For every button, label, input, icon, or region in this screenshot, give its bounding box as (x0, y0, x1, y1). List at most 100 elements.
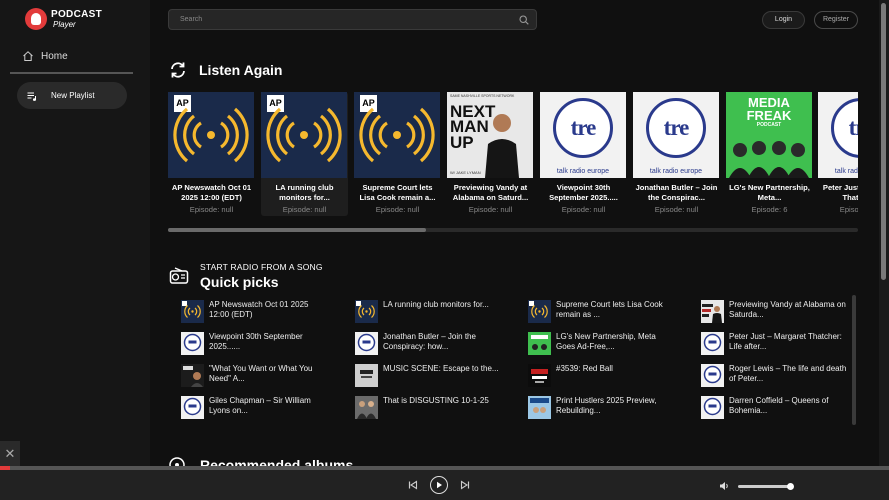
podcast-card[interactable]: AP Supreme Court lets Lisa Cook remain a.… (354, 92, 441, 216)
quick-pick-title[interactable]: Print Hustlers 2025 Preview, Rebuilding.… (556, 396, 675, 422)
quick-picks-grid: AP Newswatch Oct 01 2025 12:00 (EDT) LA r… (168, 298, 850, 426)
volume-icon[interactable] (719, 481, 730, 491)
new-playlist-button[interactable]: New Playlist (17, 82, 127, 109)
quick-pick-title[interactable]: MUSIC SCENE: Escape to the... (383, 364, 499, 390)
quick-pick-item[interactable]: Giles Chapman – Sir William Lyons on... (168, 396, 328, 422)
quick-pick-item[interactable]: Supreme Court lets Lisa Cook remain as .… (515, 300, 675, 326)
quick-pick-item[interactable]: Previewing Vandy at Alabama on Saturda..… (688, 300, 848, 326)
page-scrollbar[interactable] (879, 0, 889, 466)
quick-pick-title[interactable]: Darren Coffield – Queens of Bohemia... (729, 396, 848, 422)
quick-pick-item[interactable]: That is DISGUSTING 10-1-25 (342, 396, 502, 422)
volume-handle[interactable] (787, 482, 794, 490)
quick-pick-title[interactable]: Supreme Court lets Lisa Cook remain as .… (556, 300, 675, 326)
quick-pick-item[interactable]: "What You Want or What You Need" A... (168, 364, 328, 390)
podcast-artwork[interactable]: AP (261, 92, 347, 178)
podcast-artwork[interactable]: SAME NASHVILLE SPORTS NETWORK NEXT MAN UP W/… (447, 92, 533, 178)
quick-pick-title[interactable]: Peter Just – Margaret Thatcher: Life aft… (729, 332, 848, 358)
quick-pick-artwork[interactable] (701, 300, 724, 323)
quick-pick-item[interactable]: Viewpoint 30th September 2025...... (168, 332, 328, 358)
previous-icon[interactable] (408, 480, 418, 490)
quick-pick-item[interactable]: Roger Lewis – The life and death of Pete… (688, 364, 848, 390)
quick-pick-artwork[interactable] (355, 396, 378, 419)
podcast-card[interactable]: tre talk radio europe Peter Just – Margare… (818, 92, 858, 216)
microphone-icon (25, 8, 47, 30)
podcast-title[interactable]: LA running club monitors for... (261, 183, 348, 203)
quick-pick-title[interactable]: AP Newswatch Oct 01 2025 12:00 (EDT) (209, 300, 328, 326)
podcast-card[interactable]: AP LA running club monitors for... Episode… (261, 92, 348, 216)
podcast-artwork[interactable]: AP (168, 92, 254, 178)
quick-pick-item[interactable]: LG's New Partnership, Meta Goes Ad-Free,… (515, 332, 675, 358)
podcast-card[interactable]: tre talk radio europe Viewpoint 30th Septe… (540, 92, 627, 216)
quick-pick-item[interactable]: LA running club monitors for... (342, 300, 502, 326)
quick-pick-title[interactable]: That is DISGUSTING 10-1-25 (383, 396, 489, 422)
volume-slider[interactable] (738, 482, 794, 490)
episode-label: Episode: null (375, 205, 420, 214)
page-scrollbar-thumb[interactable] (881, 3, 886, 280)
podcast-card[interactable]: tre talk radio europe Jonathan Butler – Jo… (633, 92, 720, 216)
quick-picks-scrollbar[interactable] (852, 295, 856, 425)
tre-logo: tre (570, 115, 597, 140)
podcast-card[interactable]: AP AP Newswatch Oct 01 2025 12:00 (EDT) Ep… (168, 92, 255, 216)
app-logo[interactable]: PODCAST Player (25, 8, 102, 30)
quick-pick-item[interactable]: Peter Just – Margaret Thatcher: Life aft… (688, 332, 848, 358)
playback-progress[interactable] (0, 466, 889, 470)
podcast-artwork[interactable]: tre talk radio europe (540, 92, 626, 178)
quick-pick-artwork[interactable] (528, 300, 551, 323)
quick-pick-artwork[interactable] (355, 300, 378, 323)
quick-pick-title[interactable]: Previewing Vandy at Alabama on Saturda..… (729, 300, 848, 326)
podcast-artwork[interactable]: MEDIA FREAK PODCAST (726, 92, 812, 178)
quick-pick-artwork[interactable] (701, 332, 724, 355)
quick-pick-item[interactable]: #3539: Red Ball (515, 364, 675, 390)
replay-icon (171, 62, 185, 78)
quick-pick-item[interactable]: AP Newswatch Oct 01 2025 12:00 (EDT) (168, 300, 328, 326)
quick-pick-title[interactable]: #3539: Red Ball (556, 364, 613, 390)
podcast-artwork[interactable]: tre talk radio europe (633, 92, 719, 178)
quick-pick-title[interactable]: "What You Want or What You Need" A... (209, 364, 328, 390)
podcast-title[interactable]: Supreme Court lets Lisa Cook remain a... (354, 183, 441, 203)
podcast-card[interactable]: SAME NASHVILLE SPORTS NETWORK NEXT MAN UP W/… (447, 92, 534, 216)
close-icon[interactable]: ✕ (0, 441, 20, 466)
episode-label: Episode: null (189, 205, 234, 214)
quick-pick-title[interactable]: Jonathan Butler – Join the Conspiracy: h… (383, 332, 502, 358)
search-icon[interactable] (519, 15, 529, 25)
quick-pick-artwork[interactable] (528, 332, 551, 355)
scrollbar-thumb[interactable] (168, 228, 426, 232)
quick-pick-title[interactable]: Viewpoint 30th September 2025...... (209, 332, 328, 358)
podcast-title[interactable]: AP Newswatch Oct 01 2025 12:00 (EDT) (168, 183, 255, 203)
quick-pick-item[interactable]: Darren Coffield – Queens of Bohemia... (688, 396, 848, 422)
quick-pick-title[interactable]: Giles Chapman – Sir William Lyons on... (209, 396, 328, 422)
podcast-title[interactable]: LG's New Partnership, Meta... (726, 183, 813, 203)
podcast-title[interactable]: Peter Just – Margaret Thatcher... (818, 183, 858, 203)
next-icon[interactable] (460, 480, 470, 490)
quick-pick-artwork[interactable] (701, 396, 724, 419)
sidebar-divider (10, 72, 133, 74)
quick-pick-title[interactable]: LA running club monitors for... (383, 300, 489, 326)
podcast-card[interactable]: MEDIA FREAK PODCAST LG's New Partnership, M… (726, 92, 813, 216)
quick-pick-item[interactable]: Print Hustlers 2025 Preview, Rebuilding.… (515, 396, 675, 422)
sidebar-item-home[interactable]: Home (22, 50, 68, 62)
podcast-title[interactable]: Viewpoint 30th September 2025..... (540, 183, 627, 203)
quick-pick-artwork[interactable] (528, 396, 551, 419)
quick-pick-item[interactable]: MUSIC SCENE: Escape to the... (342, 364, 502, 390)
quick-pick-artwork[interactable] (355, 364, 378, 387)
podcast-title[interactable]: Jonathan Butler – Join the Conspirac... (633, 183, 720, 203)
quick-pick-title[interactable]: LG's New Partnership, Meta Goes Ad-Free,… (556, 332, 675, 358)
listen-again-carousel: AP AP Newswatch Oct 01 2025 12:00 (EDT) Ep… (168, 92, 858, 217)
podcast-artwork[interactable]: AP (354, 92, 440, 178)
search-input[interactable]: Search (168, 9, 537, 30)
quick-pick-artwork[interactable] (528, 364, 551, 387)
quick-pick-title[interactable]: Roger Lewis – The life and death of Pete… (729, 364, 848, 390)
quick-pick-artwork[interactable] (355, 332, 378, 355)
podcast-artwork[interactable]: tre talk radio europe (818, 92, 858, 178)
quick-pick-artwork[interactable] (181, 300, 204, 323)
quick-pick-artwork[interactable] (181, 332, 204, 355)
quick-pick-artwork[interactable] (181, 396, 204, 419)
quick-pick-artwork[interactable] (701, 364, 724, 387)
play-button[interactable] (430, 476, 448, 494)
quick-pick-artwork[interactable] (181, 364, 204, 387)
podcast-title[interactable]: Previewing Vandy at Alabama on Saturd... (447, 183, 534, 203)
quick-pick-item[interactable]: Jonathan Butler – Join the Conspiracy: h… (342, 332, 502, 358)
register-button[interactable]: Register (814, 11, 858, 29)
carousel-scrollbar[interactable] (168, 228, 858, 232)
login-button[interactable]: Login (762, 11, 805, 29)
